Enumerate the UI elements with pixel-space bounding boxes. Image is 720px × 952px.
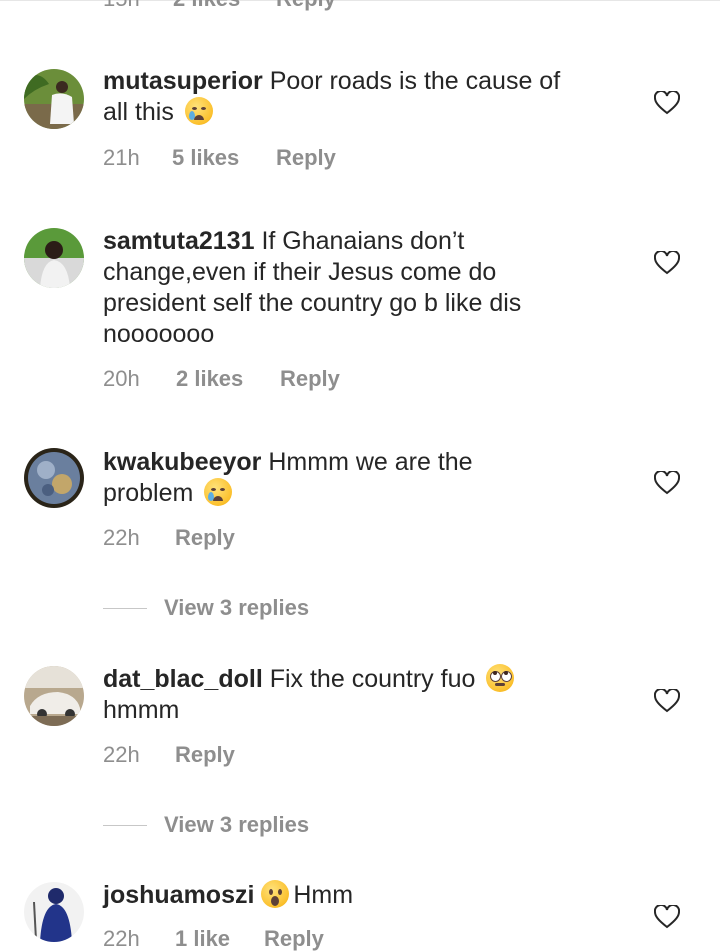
- comment-username[interactable]: mutasuperior: [103, 67, 263, 95]
- previous-comment-meta: 15h 2 likes Reply: [103, 0, 336, 12]
- comment-time: 21h: [103, 145, 140, 170]
- crying-face-icon: [204, 478, 233, 506]
- comment-text: If Ghanaians don’t: [261, 227, 465, 255]
- replies-divider: [103, 607, 147, 609]
- comment-text: Hmmm we are the: [268, 448, 473, 476]
- comment-text: change,even if their Jesus come do: [103, 258, 497, 286]
- previous-comment-time: 15h: [103, 0, 173, 12]
- comment-likes[interactable]: 2 likes: [176, 366, 280, 392]
- avatar[interactable]: [24, 228, 84, 288]
- reply-button[interactable]: Reply: [264, 926, 324, 952]
- like-heart-icon[interactable]: [654, 91, 680, 115]
- view-replies-label[interactable]: View 3 replies: [164, 595, 309, 621]
- astonished-face-icon: [261, 880, 290, 908]
- eye-roll-face-icon: [486, 664, 515, 692]
- comment-username[interactable]: samtuta2131: [103, 227, 254, 255]
- comment-time: 22h: [103, 525, 140, 550]
- previous-comment-reply-button[interactable]: Reply: [276, 0, 336, 12]
- comment-username[interactable]: joshuamoszi: [103, 881, 254, 909]
- comment-time: 22h: [103, 742, 140, 767]
- comment-likes[interactable]: 1 like: [175, 926, 264, 952]
- comment-time: 22h: [103, 926, 140, 951]
- view-replies-label[interactable]: View 3 replies: [164, 812, 309, 838]
- reply-button[interactable]: Reply: [175, 525, 235, 551]
- view-replies-button[interactable]: View 3 replies: [103, 812, 309, 838]
- like-heart-icon[interactable]: [654, 905, 680, 929]
- avatar[interactable]: [24, 448, 84, 508]
- comment-text: Hmm: [293, 881, 354, 909]
- comment-text: hmmm: [103, 696, 180, 724]
- crying-face-icon: [184, 97, 213, 125]
- like-heart-icon[interactable]: [654, 251, 680, 275]
- like-heart-icon[interactable]: [654, 689, 680, 713]
- view-replies-button[interactable]: View 3 replies: [103, 595, 309, 621]
- comment-time: 20h: [103, 366, 140, 391]
- comment-text: nooooooo: [103, 320, 215, 348]
- reply-button[interactable]: Reply: [276, 145, 336, 171]
- comment-text: all this: [103, 98, 174, 126]
- previous-comment-likes[interactable]: 2 likes: [173, 0, 276, 12]
- avatar[interactable]: [24, 882, 84, 942]
- like-heart-icon[interactable]: [654, 471, 680, 495]
- comment-username[interactable]: kwakubeeyor: [103, 448, 261, 476]
- comment-text: Fix the country fuo: [269, 665, 476, 693]
- comment-text: problem: [103, 479, 194, 507]
- comment-text: Poor roads is the cause of: [269, 67, 561, 95]
- comment-likes[interactable]: 5 likes: [172, 145, 276, 171]
- avatar[interactable]: [24, 666, 84, 726]
- replies-divider: [103, 824, 147, 826]
- reply-button[interactable]: Reply: [280, 366, 340, 392]
- comment-username[interactable]: dat_blac_doll: [103, 665, 263, 693]
- reply-button[interactable]: Reply: [175, 742, 235, 768]
- comment-text: president self the country go b like dis: [103, 289, 522, 317]
- avatar[interactable]: [24, 69, 84, 129]
